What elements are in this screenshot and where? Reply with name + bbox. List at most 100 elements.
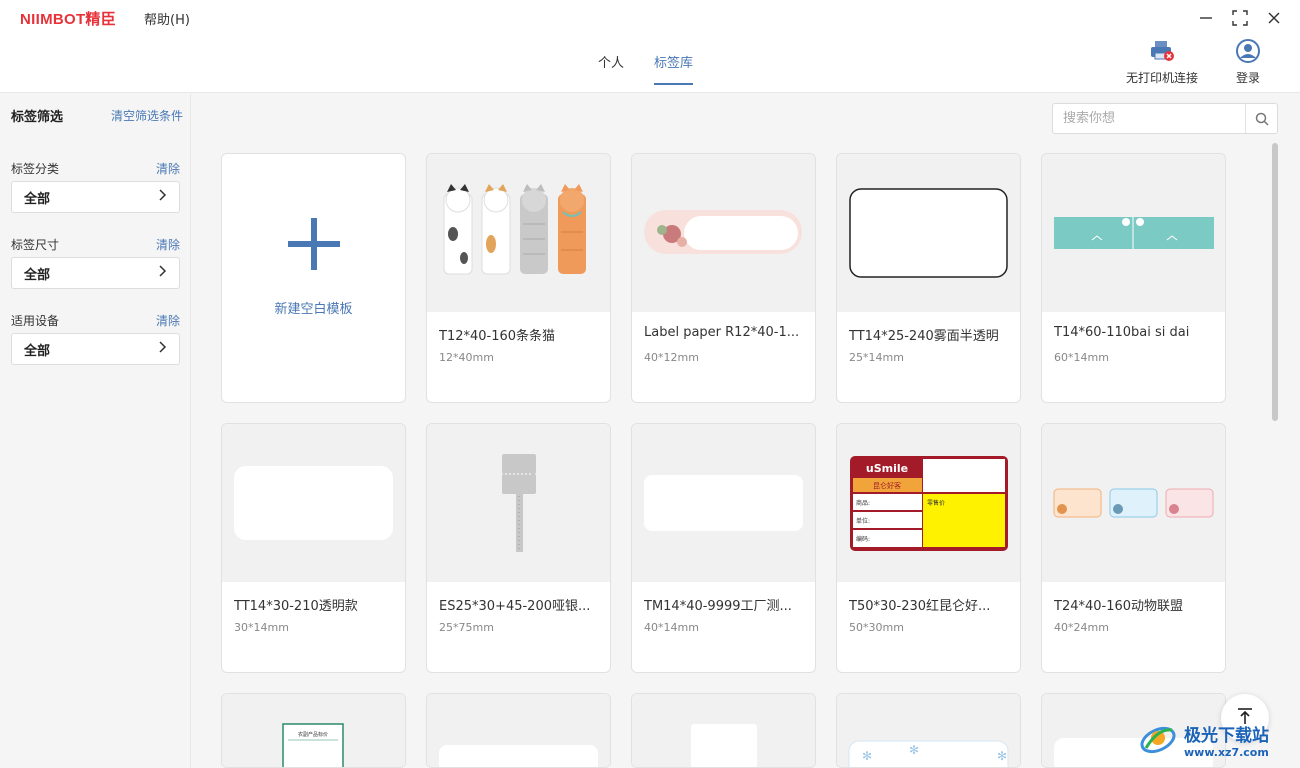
login-button[interactable]: 登录 [1235, 39, 1261, 86]
printer-disconnected-icon [1149, 39, 1175, 69]
filter-size-label: 标签尺寸 [11, 238, 60, 252]
usmile-price: 零售价 [927, 499, 945, 507]
tab-personal[interactable]: 个人 [598, 36, 624, 85]
template-thumbnail [222, 424, 405, 582]
filter-header: 标签筛选 清空筛选条件 [11, 106, 183, 125]
filter-category-select[interactable]: 全部 [11, 181, 180, 213]
filter-category-value: 全部 [24, 191, 51, 207]
template-size: 40*12mm [644, 351, 699, 364]
template-name: T14*60-110bai si dai [1054, 325, 1190, 340]
template-card[interactable]: TT14*30-210透明款 30*14mm [221, 423, 406, 673]
search-box [1052, 103, 1278, 134]
search-input[interactable] [1053, 104, 1245, 133]
template-card[interactable]: ES25*30+45-200哑银... 25*75mm [426, 423, 611, 673]
watermark-logo-icon [1138, 718, 1178, 762]
app-logo: NIIMBOT精臣 [20, 10, 117, 28]
filter-category-clear[interactable]: 清除 [156, 160, 180, 177]
filter-size-clear[interactable]: 清除 [156, 236, 180, 253]
template-card[interactable]: ✻ ✻ ✻ [836, 693, 1021, 768]
chevron-right-icon [159, 189, 167, 205]
template-card[interactable]: TT14*25-240雾面半透明 25*14mm [836, 153, 1021, 403]
template-name: T12*40-160条条猫 [439, 329, 556, 344]
svg-text:✻: ✻ [909, 743, 919, 757]
template-thumbnail [1042, 154, 1225, 312]
usmile-brand: uSmile [866, 462, 908, 475]
template-card[interactable]: T24*40-160动物联盟 40*24mm [1041, 423, 1226, 673]
template-thumbnail: ✻ ✻ ✻ [837, 694, 1020, 767]
filter-size-value: 全部 [24, 267, 51, 283]
svg-text:✻: ✻ [997, 749, 1007, 763]
template-name: T50*30-230红昆仑好... [849, 599, 991, 614]
new-template-label: 新建空白模板 [274, 302, 353, 317]
clear-all-filters-link[interactable]: 清空筛选条件 [111, 107, 183, 124]
template-card[interactable]: T14*60-110bai si dai 60*14mm [1041, 153, 1226, 403]
template-name: TT14*30-210透明款 [234, 599, 358, 614]
printer-status-button[interactable]: 无打印机连接 [1126, 39, 1198, 86]
tab-label-library[interactable]: 标签库 [654, 36, 694, 85]
filter-device: 适用设备 清除 全部 [11, 312, 180, 365]
main-tabs: 个人 标签库 [598, 36, 694, 93]
search-icon[interactable] [1245, 104, 1277, 133]
plus-icon [287, 218, 340, 274]
template-thumbnail [427, 694, 610, 767]
template-name: Label paper R12*40-1... [644, 325, 800, 340]
template-name: TT14*25-240雾面半透明 [849, 329, 999, 344]
filter-device-select[interactable]: 全部 [11, 333, 180, 365]
template-name: T24*40-160动物联盟 [1054, 599, 1184, 614]
printer-status-label: 无打印机连接 [1126, 71, 1199, 85]
template-thumbnail [632, 694, 815, 767]
chevron-right-icon [159, 341, 167, 357]
template-thumbnail [632, 154, 815, 312]
filter-category: 标签分类 清除 全部 [11, 160, 180, 213]
watermark-url: www.xz7.com [1184, 746, 1269, 759]
template-size: 60*14mm [1054, 351, 1109, 364]
watermark: 极光下载站 www.xz7.com [1138, 716, 1298, 764]
template-card[interactable]: TM14*40-9999工厂测... 40*14mm [631, 423, 816, 673]
close-icon[interactable] [1266, 10, 1282, 26]
partial-label-text: 农副产品标价 [298, 731, 328, 738]
template-size: 30*14mm [234, 621, 289, 634]
template-thumbnail: uSmile 昆仑好客 商品: 单位: 编码: 零售价 [837, 424, 1020, 582]
filter-size-select[interactable]: 全部 [11, 257, 180, 289]
filter-title: 标签筛选 [11, 110, 64, 125]
template-card[interactable]: 农副产品标价 [221, 693, 406, 768]
template-card[interactable]: Label paper R12*40-1... 40*12mm [631, 153, 816, 403]
scrollbar-thumb[interactable] [1272, 143, 1278, 421]
usmile-row1: 商品: [856, 499, 870, 507]
filter-device-label: 适用设备 [11, 314, 60, 328]
filter-size: 标签尺寸 清除 全部 [11, 236, 180, 289]
minimize-icon[interactable] [1198, 10, 1214, 26]
user-avatar-icon [1235, 39, 1261, 69]
top-nav: 个人 标签库 无打印机连接 登录 [0, 36, 1300, 93]
template-thumbnail [1042, 424, 1225, 582]
template-size: 12*40mm [439, 351, 494, 364]
chevron-right-icon [159, 265, 167, 281]
template-name: ES25*30+45-200哑银... [439, 599, 591, 614]
title-bar: NIIMBOT精臣 帮助(H) [0, 0, 1300, 36]
usmile-row2: 单位: [856, 517, 870, 525]
template-thumbnail [632, 424, 815, 582]
usmile-sub: 昆仑好客 [873, 481, 901, 490]
usmile-row3: 编码: [856, 535, 870, 543]
template-thumbnail [427, 154, 610, 312]
template-card[interactable] [631, 693, 816, 768]
template-size: 50*30mm [849, 621, 904, 634]
template-size: 25*75mm [439, 621, 494, 634]
window-controls [1198, 0, 1282, 36]
filter-device-value: 全部 [24, 343, 51, 359]
template-thumbnail [427, 424, 610, 582]
template-card[interactable]: T12*40-160条条猫 12*40mm [426, 153, 611, 403]
filter-category-label: 标签分类 [11, 162, 60, 176]
svg-text:✻: ✻ [862, 749, 872, 763]
template-size: 25*14mm [849, 351, 904, 364]
filter-device-clear[interactable]: 清除 [156, 312, 180, 329]
template-size: 40*24mm [1054, 621, 1109, 634]
help-menu[interactable]: 帮助(H) [144, 9, 190, 28]
template-thumbnail: 农副产品标价 [222, 694, 405, 767]
watermark-title: 极光下载站 [1184, 726, 1269, 746]
template-card[interactable]: uSmile 昆仑好客 商品: 单位: 编码: 零售价 T50*30-230红昆… [836, 423, 1021, 673]
maximize-icon[interactable] [1232, 10, 1248, 26]
new-blank-template-card[interactable]: 新建空白模板 [221, 153, 406, 403]
template-thumbnail [837, 154, 1020, 312]
template-card[interactable] [426, 693, 611, 768]
